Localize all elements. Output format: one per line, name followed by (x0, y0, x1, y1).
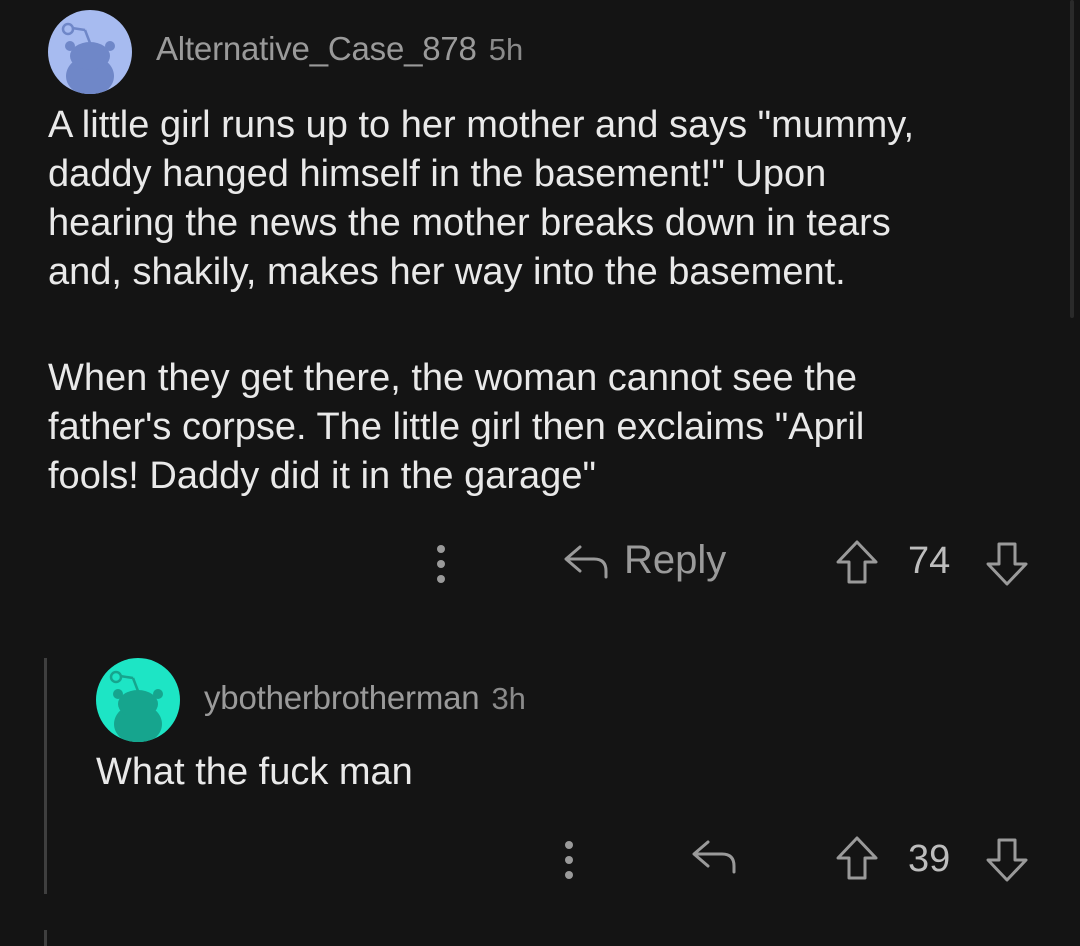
comment-reply: ybotherbrotherman 3h What the fuck man 3… (0, 620, 1080, 946)
comment-actions: 39 (0, 832, 1080, 892)
comment-meta: ybotherbrotherman 3h (204, 679, 526, 717)
downvote-arrow-icon (986, 542, 1028, 586)
comment-paragraph: A little girl runs up to her mother and … (48, 104, 915, 293)
downvote-arrow-icon (986, 838, 1028, 882)
timestamp: 5h (488, 32, 524, 67)
avatar[interactable] (96, 658, 180, 742)
comment-meta: Alternative_Case_878 5h (156, 30, 523, 68)
thread-line[interactable] (44, 930, 47, 946)
username[interactable]: Alternative_Case_878 (156, 30, 477, 68)
reply-button[interactable]: Reply (562, 538, 726, 583)
reply-arrow-icon (564, 545, 608, 578)
reply-label: Reply (624, 538, 727, 582)
avatar[interactable] (48, 10, 132, 94)
comment-paragraph: When they get there, the woman cannot se… (48, 357, 865, 497)
username[interactable]: ybotherbrotherman (204, 679, 480, 717)
downvote-button[interactable] (984, 836, 1030, 884)
reply-button[interactable] (690, 836, 738, 876)
reply-arrow-icon (692, 840, 736, 874)
timestamp: 3h (491, 681, 526, 716)
comment-actions: Reply 74 (0, 534, 1080, 594)
vote-score: 74 (908, 540, 951, 582)
upvote-arrow-icon (836, 836, 878, 880)
downvote-button[interactable] (984, 540, 1030, 588)
more-options-button[interactable] (426, 542, 456, 586)
vote-score: 39 (908, 838, 951, 880)
more-vertical-icon (565, 841, 573, 879)
upvote-arrow-icon (836, 540, 878, 584)
upvote-button[interactable] (834, 538, 880, 586)
upvote-button[interactable] (834, 834, 880, 882)
comment: Alternative_Case_878 5h A little girl ru… (0, 0, 1080, 620)
more-options-button[interactable] (554, 838, 584, 882)
comment-paragraph: What the fuck man (96, 751, 413, 793)
reddit-snoo-icon (48, 10, 132, 94)
more-vertical-icon (437, 545, 445, 583)
reddit-snoo-icon (96, 658, 180, 742)
